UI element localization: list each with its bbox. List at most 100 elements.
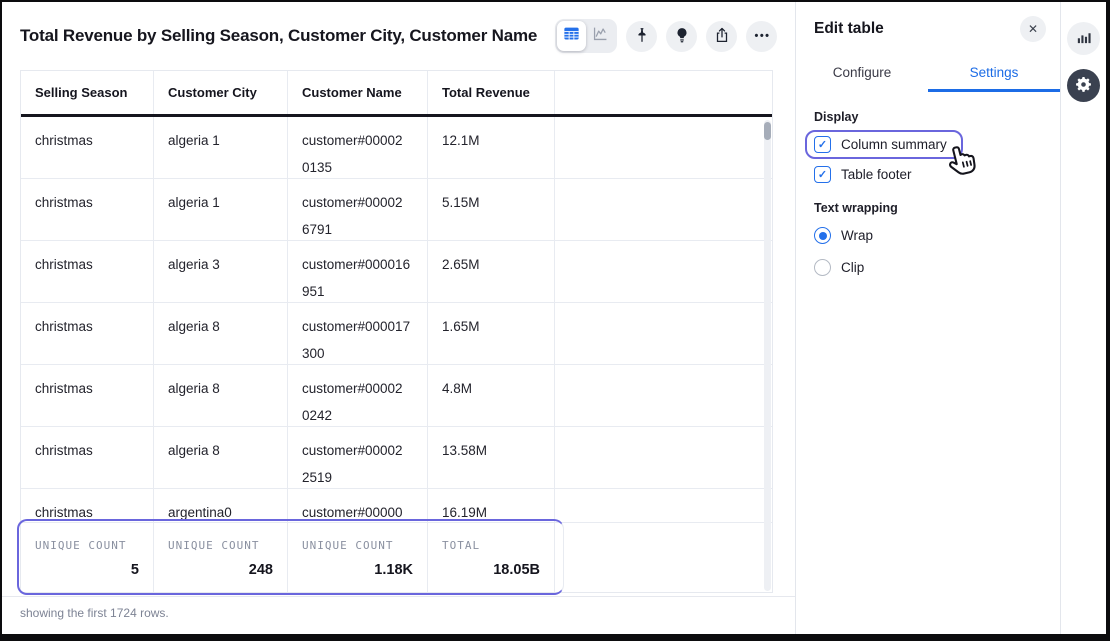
summary-cell: TOTAL 18.05B: [428, 523, 555, 592]
view-toggle: [555, 19, 617, 53]
right-rail: [1060, 2, 1106, 634]
radio-label: Wrap: [841, 228, 873, 243]
column-header-total-revenue[interactable]: Total Revenue: [428, 71, 555, 114]
cell-customer-city: algeria 1: [154, 117, 288, 178]
cell-empty: [555, 427, 772, 488]
cell-customer-city: algeria 8: [154, 427, 288, 488]
panel-header: Edit table ✕: [796, 2, 1060, 46]
cell-total-revenue: 13.58M: [428, 427, 555, 488]
cell-customer-city: algeria 3: [154, 241, 288, 302]
ellipsis-icon: •••: [752, 30, 770, 42]
cell-customer-city: algeria 8: [154, 365, 288, 426]
cell-selling-season: christmas: [21, 117, 154, 178]
cell-total-revenue: 12.1M: [428, 117, 555, 178]
row-count-text: showing the first 1724 rows.: [20, 606, 169, 620]
display-section: Display ✓ Column summary ✓ Table footer: [796, 110, 1060, 183]
element-panel-button[interactable]: [1067, 22, 1100, 55]
table-icon: [562, 24, 581, 48]
chart-view-button[interactable]: [586, 21, 615, 51]
text-wrapping-section: Text wrapping Wrap Clip: [796, 201, 1060, 276]
panel-title: Edit table: [814, 20, 884, 38]
cell-empty: [555, 241, 772, 302]
table-scrollbar[interactable]: [764, 120, 771, 591]
checkbox-label: Table footer: [841, 167, 912, 182]
cell-customer-name: customer#00000: [288, 489, 428, 522]
tab-settings[interactable]: Settings: [928, 56, 1060, 92]
cell-customer-city: algeria 1: [154, 179, 288, 240]
cell-selling-season: christmas: [21, 365, 154, 426]
column-header-empty[interactable]: [555, 71, 772, 114]
cell-total-revenue: 2.65M: [428, 241, 555, 302]
cell-empty: [555, 489, 772, 522]
scrollbar-thumb[interactable]: [764, 122, 771, 140]
summary-value: 18.05B: [442, 562, 540, 578]
checkbox-checked-icon: ✓: [814, 166, 831, 183]
cell-empty: [555, 179, 772, 240]
cell-selling-season: christmas: [21, 241, 154, 302]
table-row[interactable]: christmas argentina0 customer#00000 16.1…: [21, 489, 772, 522]
table-footer-checkbox[interactable]: ✓ Table footer: [814, 166, 912, 183]
display-heading: Display: [814, 110, 1042, 124]
table-row[interactable]: christmas algeria 8 customer#000017300 1…: [21, 303, 772, 365]
close-panel-button[interactable]: ✕: [1020, 16, 1046, 42]
table-row[interactable]: christmas algeria 3 customer#000016951 2…: [21, 241, 772, 303]
table-row[interactable]: christmas algeria 1 customer#000020135 1…: [21, 117, 772, 179]
summary-label: UNIQUE COUNT: [168, 539, 259, 552]
settings-gear-button[interactable]: [1067, 69, 1100, 102]
table-body: christmas algeria 1 customer#000020135 1…: [21, 117, 772, 522]
edit-table-panel: Edit table ✕ Configure Settings Display …: [795, 2, 1060, 634]
workbook-canvas: Total Revenue by Selling Season, Custome…: [2, 2, 795, 634]
pin-button[interactable]: [626, 21, 657, 52]
checkbox-label: Column summary: [841, 137, 947, 152]
table-row[interactable]: christmas algeria 8 customer#000020242 4…: [21, 365, 772, 427]
wrap-radio[interactable]: Wrap: [814, 227, 873, 244]
cell-selling-season: christmas: [21, 179, 154, 240]
lightbulb-icon: [673, 26, 691, 47]
summary-cell-empty: [555, 523, 772, 592]
cell-customer-name: customer#000026791: [288, 179, 428, 240]
column-summary-checkbox[interactable]: ✓ Column summary: [814, 136, 947, 153]
page-title: Total Revenue by Selling Season, Custome…: [20, 26, 537, 46]
column-header-selling-season[interactable]: Selling Season: [21, 71, 154, 114]
table-row[interactable]: christmas algeria 1 customer#000026791 5…: [21, 179, 772, 241]
summary-cell: UNIQUE COUNT 1.18K: [288, 523, 428, 592]
app-window: Total Revenue by Selling Season, Custome…: [0, 0, 1110, 641]
table-view-button[interactable]: [557, 21, 586, 51]
element-toolbar: •••: [555, 19, 777, 53]
tab-configure[interactable]: Configure: [796, 56, 928, 92]
explore-button[interactable]: [666, 21, 697, 52]
share-icon: [713, 26, 731, 47]
more-options-button[interactable]: •••: [746, 21, 777, 52]
text-wrapping-heading: Text wrapping: [814, 201, 1042, 215]
panel-tabs: Configure Settings: [796, 56, 1060, 92]
summary-label: TOTAL: [442, 539, 480, 552]
summary-value: 248: [168, 562, 273, 578]
cell-selling-season: christmas: [21, 489, 154, 522]
column-header-customer-city[interactable]: Customer City: [154, 71, 288, 114]
summary-cell: UNIQUE COUNT 248: [154, 523, 288, 592]
cell-empty: [555, 117, 772, 178]
pin-icon: [633, 26, 651, 47]
cell-selling-season: christmas: [21, 303, 154, 364]
summary-cell: UNIQUE COUNT 5: [21, 523, 154, 592]
element-header: Total Revenue by Selling Season, Custome…: [2, 2, 795, 70]
radio-label: Clip: [841, 260, 864, 275]
summary-label: UNIQUE COUNT: [35, 539, 126, 552]
radio-selected-icon: [814, 227, 831, 244]
cell-empty: [555, 365, 772, 426]
cell-total-revenue: 16.19M: [428, 489, 555, 522]
cell-customer-name: customer#000020242: [288, 365, 428, 426]
table-row[interactable]: christmas algeria 8 customer#000022519 1…: [21, 427, 772, 489]
summary-value: 5: [35, 562, 139, 578]
column-summary-row: UNIQUE COUNT 5 UNIQUE COUNT 248 UNIQUE C…: [21, 522, 772, 592]
column-header-customer-name[interactable]: Customer Name: [288, 71, 428, 114]
cell-customer-city: argentina0: [154, 489, 288, 522]
radio-unselected-icon: [814, 259, 831, 276]
cell-empty: [555, 303, 772, 364]
close-icon: ✕: [1028, 22, 1038, 36]
share-button[interactable]: [706, 21, 737, 52]
cell-total-revenue: 4.8M: [428, 365, 555, 426]
summary-value: 1.18K: [302, 562, 413, 578]
cell-customer-name: customer#000020135: [288, 117, 428, 178]
clip-radio[interactable]: Clip: [814, 259, 864, 276]
